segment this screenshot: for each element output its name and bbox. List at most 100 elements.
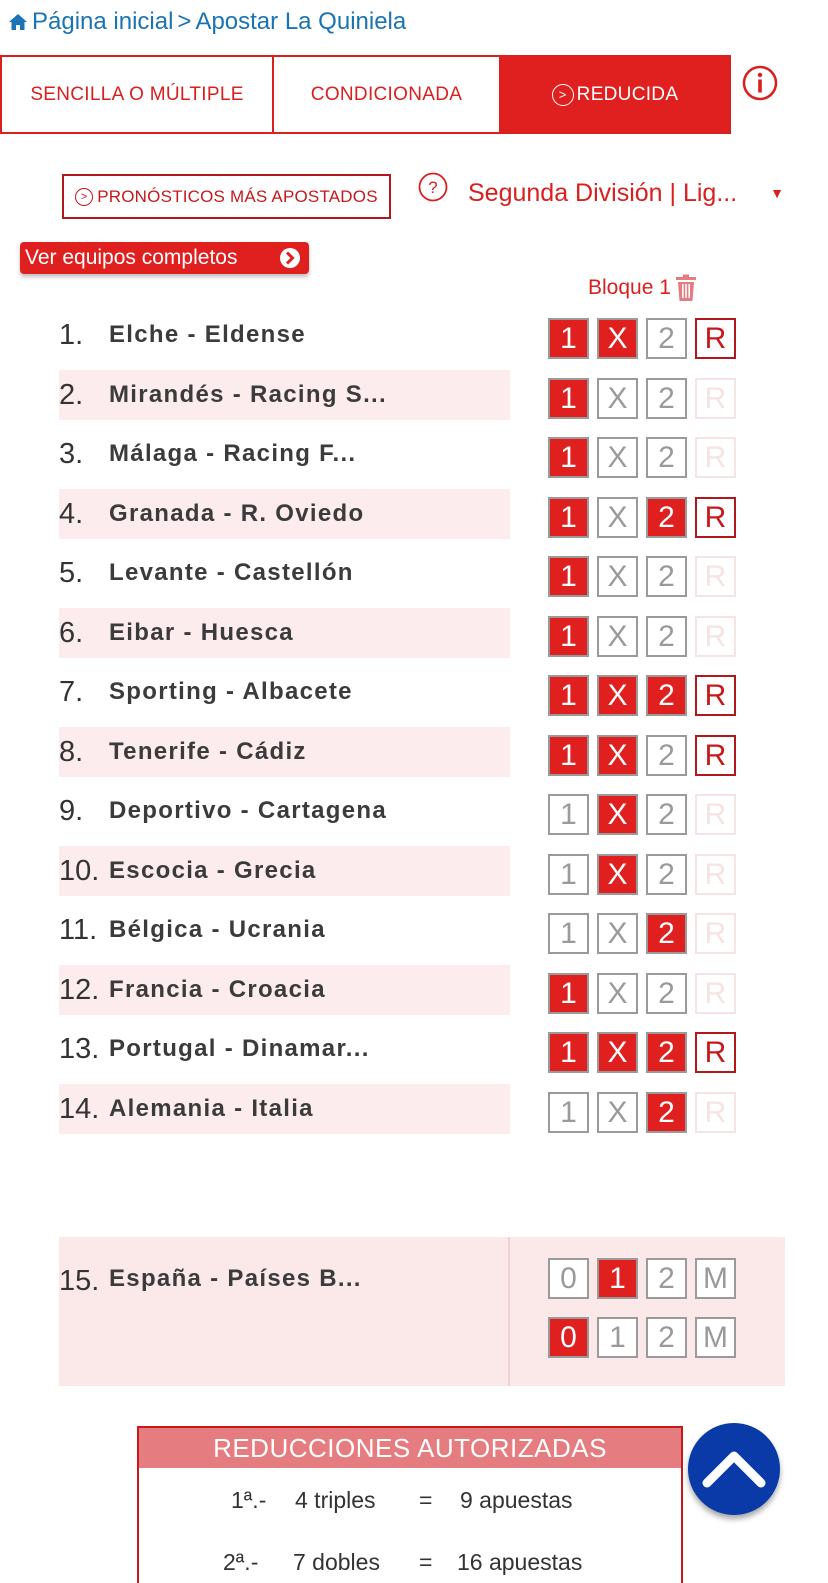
match-number: 13. [59, 1032, 100, 1065]
pleno-cell-0[interactable]: 0 [548, 1317, 589, 1358]
pick-cells: 1X2R [548, 794, 736, 835]
pick-cell-2[interactable]: 2 [646, 973, 687, 1014]
pick-cell-2[interactable]: 2 [646, 675, 687, 716]
pick-cell-2[interactable]: 2 [646, 854, 687, 895]
pick-cell-x[interactable]: X [597, 1092, 638, 1133]
pick-cell-2[interactable]: 2 [646, 1032, 687, 1073]
pick-cell-r[interactable]: R [695, 735, 736, 776]
match-name[interactable]: Málaga - Racing F... [109, 440, 356, 468]
pick-cell-1[interactable]: 1 [548, 913, 589, 954]
tab-reducida[interactable]: > REDUCIDA [499, 55, 731, 134]
pick-cell-r[interactable]: R [695, 1092, 736, 1133]
match-name[interactable]: Levante - Castellón [109, 559, 354, 587]
ver-equipos-completos-button[interactable]: Ver equipos completos [20, 242, 309, 274]
pick-cell-r[interactable]: R [695, 318, 736, 359]
match-name[interactable]: Tenerife - Cádiz [109, 738, 307, 766]
pick-cell-x[interactable]: X [597, 1032, 638, 1073]
pleno-cell-2[interactable]: 2 [646, 1317, 687, 1358]
pick-cell-x[interactable]: X [597, 437, 638, 478]
pick-cell-x[interactable]: X [597, 556, 638, 597]
pick-cell-1[interactable]: 1 [548, 973, 589, 1014]
breadcrumb-home-link[interactable]: Página inicial [32, 8, 173, 36]
pick-cell-x[interactable]: X [597, 794, 638, 835]
play-circle-icon: > [551, 83, 574, 106]
pick-cell-r[interactable]: R [695, 913, 736, 954]
pick-cell-1[interactable]: 1 [548, 675, 589, 716]
pick-cell-r[interactable]: R [695, 437, 736, 478]
reducciones-title: REDUCCIONES AUTORIZADAS [139, 1428, 681, 1468]
match-number: 14. [59, 1092, 100, 1125]
match-name[interactable]: Eibar - Huesca [109, 619, 294, 647]
pleno-cell-0[interactable]: 0 [548, 1258, 589, 1299]
pick-cell-2[interactable]: 2 [646, 794, 687, 835]
home-icon[interactable] [8, 12, 28, 32]
match-name[interactable]: Bélgica - Ucrania [109, 916, 326, 944]
trash-icon[interactable] [675, 274, 697, 302]
pick-cell-x[interactable]: X [597, 854, 638, 895]
pleno-cell-1[interactable]: 1 [597, 1317, 638, 1358]
info-icon[interactable] [742, 65, 778, 101]
match-name[interactable]: Francia - Croacia [109, 976, 326, 1004]
scroll-to-top-button[interactable] [688, 1423, 780, 1515]
pleno-cell-m[interactable]: M [695, 1258, 736, 1299]
match-name[interactable]: Granada - R. Oviedo [109, 500, 364, 528]
pleno-cell-1[interactable]: 1 [597, 1258, 638, 1299]
match-row: 10. Escocia - Grecia [59, 846, 510, 896]
pick-cell-x[interactable]: X [597, 378, 638, 419]
pick-cell-1[interactable]: 1 [548, 378, 589, 419]
pick-cell-r[interactable]: R [695, 675, 736, 716]
pick-cell-x[interactable]: X [597, 973, 638, 1014]
pick-cell-x[interactable]: X [597, 616, 638, 657]
pick-cell-x[interactable]: X [597, 913, 638, 954]
pick-cell-1[interactable]: 1 [548, 735, 589, 776]
chevron-right-circle-icon [280, 248, 300, 268]
match-name[interactable]: Sporting - Albacete [109, 678, 353, 706]
help-icon[interactable]: ? [418, 172, 448, 202]
breadcrumb-current[interactable]: Apostar La Quiniela [195, 8, 406, 36]
match-name[interactable]: Mirandés - Racing S... [109, 381, 387, 409]
tab-condicionada[interactable]: CONDICIONADA [272, 55, 501, 134]
pronosticos-mas-apostados-button[interactable]: > PRONÓSTICOS MÁS APOSTADOS [62, 174, 391, 219]
pick-cell-1[interactable]: 1 [548, 497, 589, 538]
pick-cell-x[interactable]: X [597, 675, 638, 716]
pick-cell-1[interactable]: 1 [548, 1092, 589, 1133]
league-select-value: Segunda División | Lig... [468, 178, 738, 207]
pick-cell-r[interactable]: R [695, 854, 736, 895]
pick-cell-2[interactable]: 2 [646, 497, 687, 538]
pick-cell-x[interactable]: X [597, 735, 638, 776]
pick-cell-1[interactable]: 1 [548, 794, 589, 835]
pick-cell-r[interactable]: R [695, 794, 736, 835]
pick-cell-r[interactable]: R [695, 616, 736, 657]
match-name[interactable]: Deportivo - Cartagena [109, 797, 387, 825]
pick-cell-r[interactable]: R [695, 497, 736, 538]
pick-cell-1[interactable]: 1 [548, 616, 589, 657]
pick-cell-r[interactable]: R [695, 378, 736, 419]
pick-cell-2[interactable]: 2 [646, 913, 687, 954]
pick-cell-1[interactable]: 1 [548, 437, 589, 478]
pick-cell-x[interactable]: X [597, 497, 638, 538]
pick-cell-2[interactable]: 2 [646, 556, 687, 597]
league-select[interactable]: Segunda División | Lig... ▼ [468, 176, 784, 210]
pick-cell-1[interactable]: 1 [548, 556, 589, 597]
match-name[interactable]: Alemania - Italia [109, 1095, 314, 1123]
pick-cell-r[interactable]: R [695, 1032, 736, 1073]
match-name[interactable]: Escocia - Grecia [109, 857, 317, 885]
pleno-cell-m[interactable]: M [695, 1317, 736, 1358]
pick-cell-1[interactable]: 1 [548, 854, 589, 895]
pick-cell-1[interactable]: 1 [548, 318, 589, 359]
pick-cell-r[interactable]: R [695, 556, 736, 597]
pick-cell-2[interactable]: 2 [646, 735, 687, 776]
pick-cell-2[interactable]: 2 [646, 616, 687, 657]
pick-cell-2[interactable]: 2 [646, 318, 687, 359]
match-name[interactable]: Elche - Eldense [109, 321, 306, 349]
pleno-cell-2[interactable]: 2 [646, 1258, 687, 1299]
match-name[interactable]: Portugal - Dinamar... [109, 1035, 370, 1063]
block-title: Bloque 1 [588, 276, 671, 299]
pick-cell-2[interactable]: 2 [646, 1092, 687, 1133]
pick-cell-r[interactable]: R [695, 973, 736, 1014]
pick-cell-x[interactable]: X [597, 318, 638, 359]
tab-sencilla-multiple[interactable]: SENCILLA O MÚLTIPLE [0, 55, 274, 134]
pick-cell-2[interactable]: 2 [646, 378, 687, 419]
pick-cell-2[interactable]: 2 [646, 437, 687, 478]
pick-cell-1[interactable]: 1 [548, 1032, 589, 1073]
